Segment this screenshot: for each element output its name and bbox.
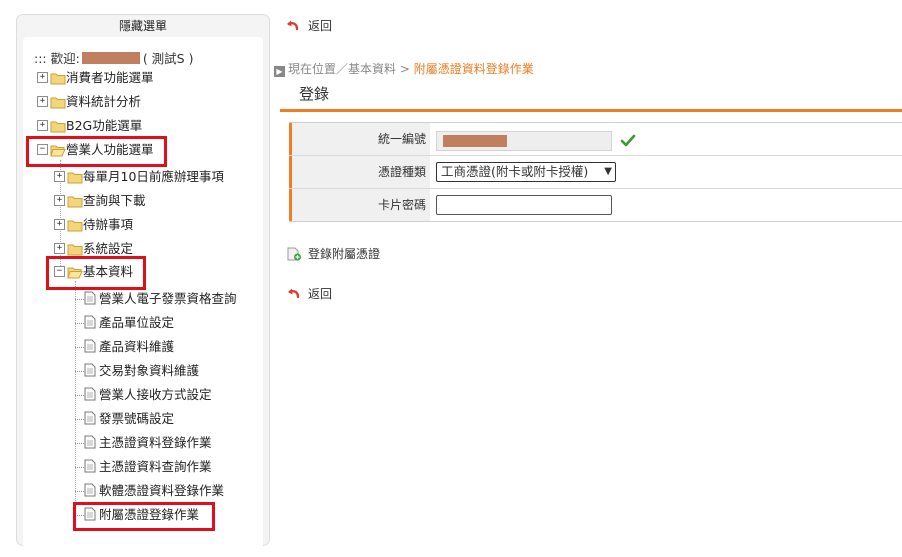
- leaf-label: 產品單位設定: [99, 315, 175, 330]
- document-icon: [84, 459, 96, 473]
- back-arrow-icon: [288, 288, 300, 299]
- tax-id-label: 統一編號: [292, 123, 430, 155]
- pin-row: 卡片密碼: [289, 189, 902, 221]
- expand-icon[interactable]: +: [54, 219, 65, 230]
- breadcrumb-arrow-icon: ▶: [274, 66, 285, 77]
- welcome-text: ::: 歡迎: ( 測試S ): [34, 51, 193, 67]
- menu-label: 待辦事項: [83, 217, 134, 232]
- tax-id-row: 統一編號: [289, 123, 902, 156]
- document-icon: [84, 483, 96, 497]
- breadcrumb: ▶ 現在位置／基本資料 > 附屬憑證資料登錄作業: [274, 60, 534, 78]
- breadcrumb-prefix: 現在位置／基本資料 >: [288, 62, 410, 76]
- document-icon: [84, 363, 96, 377]
- folder-icon: [67, 220, 83, 232]
- folder-icon: [67, 244, 83, 256]
- leaf-label: 軟體憑證資料登錄作業: [99, 483, 225, 498]
- menu-label: 消費者功能選單: [66, 70, 154, 85]
- highlight-business-menu: [26, 136, 167, 167]
- redacted-tax-id: [443, 135, 507, 147]
- redacted-username: [81, 52, 140, 64]
- tax-id-field: [436, 131, 612, 151]
- document-icon: [84, 315, 96, 329]
- highlight-basic-data: [46, 256, 146, 290]
- hide-menu-button[interactable]: 隱藏選單: [17, 17, 269, 35]
- back-label: 返回: [308, 19, 333, 33]
- menu-label: B2G功能選單: [66, 118, 143, 133]
- folder-icon: [50, 121, 66, 133]
- leaf-label: 發票號碼設定: [99, 411, 175, 426]
- document-icon: [84, 291, 96, 305]
- expand-icon[interactable]: +: [37, 120, 48, 131]
- document-icon: [84, 435, 96, 449]
- document-icon: [84, 411, 96, 425]
- check-icon: [620, 134, 636, 147]
- highlight-sub-cert: [73, 502, 215, 531]
- page-title: 登錄: [299, 85, 330, 103]
- document-icon: [84, 387, 96, 401]
- leaf-label: 營業人電子發票資格查詢: [99, 291, 237, 306]
- menu-label: 每單月10日前應辦理事項: [83, 169, 224, 184]
- expand-icon[interactable]: +: [54, 243, 65, 254]
- cert-type-select[interactable]: 工商憑證(附卡或附卡授權) ▼: [436, 162, 616, 182]
- breadcrumb-current: 附屬憑證資料登錄作業: [413, 62, 534, 76]
- register-form: 統一編號 憑證種類 工商憑證(附卡或附卡授權) ▼ 卡片密碼: [289, 122, 902, 222]
- menu-label: 查詢與下載: [83, 193, 146, 208]
- folder-icon: [67, 172, 83, 184]
- pin-label: 卡片密碼: [292, 189, 430, 221]
- expand-icon[interactable]: +: [54, 171, 65, 182]
- back-arrow-icon: [287, 20, 299, 31]
- cert-type-value: 工商憑證(附卡或附卡授權): [441, 164, 589, 179]
- folder-icon: [67, 196, 83, 208]
- cert-type-label: 憑證種類: [292, 156, 430, 188]
- card-pin-input[interactable]: [436, 195, 612, 215]
- title-divider: [280, 109, 902, 112]
- cert-type-row: 憑證種類 工商憑證(附卡或附卡授權) ▼: [289, 156, 902, 189]
- leaf-label: 主憑證資料登錄作業: [99, 435, 212, 450]
- leaf-label: 主憑證資料查詢作業: [99, 459, 212, 474]
- document-icon: [84, 339, 96, 353]
- expand-icon[interactable]: +: [37, 96, 48, 107]
- back-label: 返回: [308, 287, 333, 301]
- tree-line: [75, 281, 76, 521]
- leaf-label: 產品資料維護: [99, 339, 175, 354]
- expand-icon[interactable]: +: [37, 72, 48, 83]
- chevron-down-icon: ▼: [604, 166, 612, 177]
- welcome-suffix: ( 測試S ): [142, 51, 194, 66]
- folder-icon: [50, 97, 66, 109]
- leaf-label: 交易對象資料維護: [99, 363, 200, 378]
- menu-label: 資料統計分析: [66, 94, 142, 109]
- folder-icon: [50, 73, 66, 85]
- leaf-label: 營業人接收方式設定: [99, 387, 212, 402]
- add-document-icon: [287, 247, 301, 261]
- register-label: 登錄附屬憑證: [308, 247, 381, 261]
- welcome-prefix: ::: 歡迎:: [34, 51, 80, 66]
- expand-icon[interactable]: +: [54, 195, 65, 206]
